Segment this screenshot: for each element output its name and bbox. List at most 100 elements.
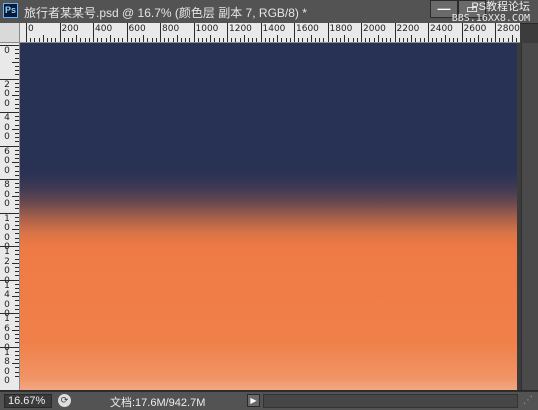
vertical-scrollbar[interactable]	[521, 43, 538, 390]
ruler-h-label: 200	[61, 24, 79, 34]
ruler-h-minor-tick	[172, 38, 174, 42]
ruler-v-minor-tick	[15, 321, 19, 323]
ruler-v-minor-tick	[15, 342, 19, 344]
ruler-h-minor-tick	[55, 38, 57, 42]
ruler-v-minor-tick	[15, 254, 19, 256]
zoom-level-field[interactable]: 16.67%	[4, 394, 52, 408]
status-menu-arrow-icon[interactable]: ▶	[247, 394, 260, 407]
ruler-h-minor-tick	[335, 38, 337, 42]
vertical-ruler[interactable]: 020040060080010001200140016001800	[0, 43, 20, 390]
ruler-h-minor-tick	[201, 38, 203, 42]
ruler-v-minor-tick	[15, 132, 19, 134]
ruler-h-minor-tick	[444, 35, 446, 42]
document-title[interactable]: 旅行者某某号.psd @ 16.7% (颜色层 副本 7, RGB/8) *	[24, 4, 307, 21]
ruler-h-minor-tick	[168, 38, 170, 42]
ruler-v-minor-tick	[15, 304, 19, 306]
ruler-v-minor-tick	[15, 99, 19, 101]
ruler-h-minor-tick	[319, 38, 321, 42]
ruler-h-minor-tick	[231, 38, 233, 42]
ruler-v-minor-tick	[15, 137, 19, 139]
ruler-h-minor-tick	[256, 38, 258, 42]
ruler-origin-corner[interactable]	[0, 23, 20, 43]
ruler-h-label: 1800	[329, 24, 353, 34]
ruler-h-label: 600	[128, 24, 146, 34]
ruler-h-minor-tick	[474, 38, 476, 42]
ruler-h-minor-tick	[415, 38, 417, 42]
ruler-h-minor-tick	[373, 38, 375, 42]
ruler-v-minor-tick	[15, 367, 19, 369]
ruler-h-label: 800	[162, 24, 180, 34]
ruler-h-minor-tick	[515, 38, 517, 42]
ruler-h-minor-tick	[503, 38, 505, 42]
ruler-h-minor-tick	[490, 38, 492, 42]
ruler-h-minor-tick	[306, 38, 308, 42]
ruler-h-minor-tick	[63, 38, 65, 42]
ruler-h-label: 2000	[363, 24, 386, 34]
ruler-h-minor-tick	[423, 38, 425, 42]
ruler-v-minor-tick	[15, 283, 19, 285]
ruler-h-minor-tick	[118, 38, 120, 42]
ruler-v-minor-tick	[15, 82, 19, 84]
ruler-h-minor-tick	[180, 38, 182, 42]
ruler-v-minor-tick	[15, 70, 19, 72]
ruler-v-minor-tick	[15, 350, 19, 352]
ruler-h-minor-tick	[143, 35, 145, 42]
ruler-h-minor-tick	[390, 38, 392, 42]
ruler-h-major-tick	[361, 23, 362, 42]
ruler-h-minor-tick	[51, 38, 53, 42]
horizontal-scrollbar[interactable]	[263, 394, 518, 408]
ruler-h-minor-tick	[411, 35, 413, 42]
photoshop-app-icon: Ps	[3, 3, 18, 18]
ruler-h-label: 2800	[497, 24, 520, 34]
ruler-h-major-tick	[495, 23, 496, 42]
ruler-h-minor-tick	[197, 38, 199, 42]
ruler-v-label: 1800	[4, 347, 10, 386]
ruler-v-minor-tick	[15, 166, 19, 168]
ruler-v-minor-tick	[15, 183, 19, 185]
ruler-h-minor-tick	[340, 38, 342, 42]
ruler-v-minor-tick	[15, 49, 19, 51]
ruler-h-minor-tick	[109, 35, 111, 42]
ruler-h-minor-tick	[147, 38, 149, 42]
resize-grip-icon[interactable]: ⋰	[520, 394, 536, 408]
ruler-h-minor-tick	[482, 38, 484, 42]
ruler-h-minor-tick	[352, 38, 354, 42]
ruler-h-minor-tick	[235, 38, 237, 42]
ruler-v-minor-tick	[15, 191, 19, 193]
ruler-v-minor-tick	[15, 359, 19, 361]
horizontal-ruler[interactable]: 0 200 400 600 800 1000 1200 1400 1600 1800 2000 220…	[20, 23, 520, 43]
ruler-h-minor-tick	[176, 35, 178, 42]
status-info-icon[interactable]: ⟳	[58, 394, 71, 407]
ruler-v-minor-tick	[15, 170, 19, 172]
ruler-h-major-tick	[93, 23, 94, 42]
ruler-h-minor-tick	[277, 35, 279, 42]
ruler-v-minor-tick	[15, 199, 19, 201]
ruler-v-minor-tick	[12, 128, 19, 130]
ruler-v-minor-tick	[15, 74, 19, 76]
ruler-v-minor-tick	[15, 57, 19, 59]
ruler-h-minor-tick	[76, 35, 78, 42]
ruler-v-minor-tick	[15, 86, 19, 88]
ruler-h-minor-tick	[264, 38, 266, 42]
ruler-v-label: 400	[4, 113, 10, 142]
ruler-h-label: 2400	[430, 24, 453, 34]
ruler-h-minor-tick	[139, 38, 141, 42]
ruler-h-minor-tick	[67, 38, 69, 42]
ruler-v-minor-tick	[15, 317, 19, 319]
document-canvas[interactable]	[20, 43, 517, 390]
ruler-v-minor-tick	[15, 233, 19, 235]
ruler-h-minor-tick	[42, 35, 44, 42]
ruler-h-minor-tick	[268, 38, 270, 42]
ruler-v-minor-tick	[15, 149, 19, 151]
ruler-v-minor-tick	[15, 53, 19, 55]
ruler-v-label: 0	[4, 46, 10, 56]
ruler-h-minor-tick	[122, 38, 124, 42]
ruler-h-minor-tick	[84, 38, 86, 42]
ruler-v-minor-tick	[15, 325, 19, 327]
ruler-h-minor-tick	[222, 38, 224, 42]
ruler-h-minor-tick	[218, 38, 220, 42]
ruler-v-minor-tick	[15, 354, 19, 356]
ruler-h-minor-tick	[331, 38, 333, 42]
ruler-v-minor-tick	[15, 141, 19, 143]
document-size-info: 文档:17.6M/942.7M	[110, 397, 206, 409]
